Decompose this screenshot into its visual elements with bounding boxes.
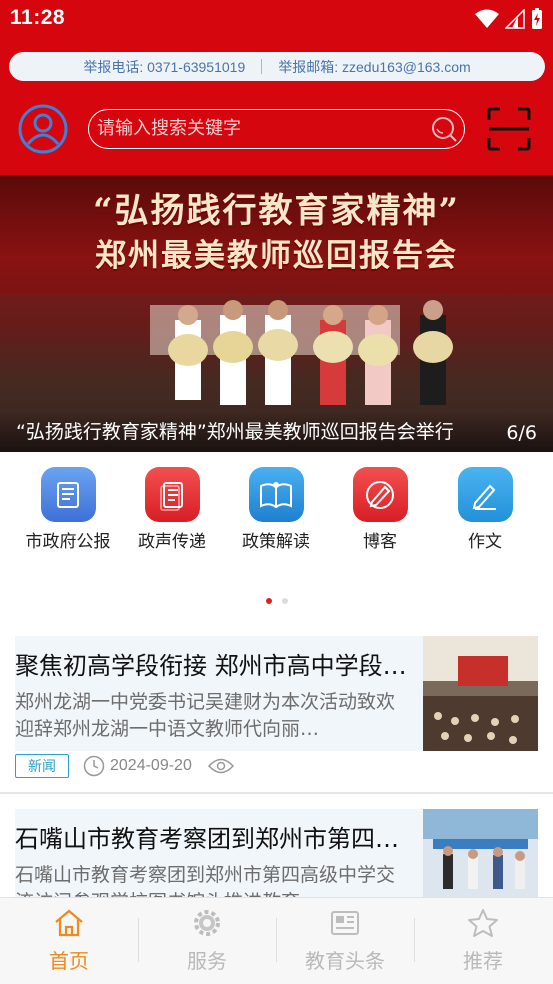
nav-label: 教育头条 — [305, 949, 385, 973]
nav-home[interactable]: 首页 — [0, 908, 138, 974]
nav-headlines[interactable]: 教育头条 — [276, 908, 414, 974]
quick-link-label: 政声传递 — [138, 532, 206, 552]
banner-caption-bar: “弘扬践行教育家精神”郑州最美教师巡回报告会举行 6/6 — [0, 410, 553, 452]
quick-links: 市政府公报 政声传递 政策解读 博客 作文 — [0, 462, 553, 552]
nav-label: 首页 — [49, 949, 89, 973]
battery-icon — [532, 8, 542, 29]
page-indicator — [266, 598, 288, 604]
news-title: 石嘴山市教育考察团到郑州市第四高… — [15, 825, 410, 853]
news-meta: 新闻 2024-09-20 — [15, 754, 234, 778]
hotline-divider — [261, 59, 263, 74]
banner-headline-2: 郑州最美教师巡回报告会 — [95, 238, 458, 274]
banner-carousel[interactable]: “弘扬践行教育家精神” 郑州最美教师巡回报告会 “弘扬践行教育家精神”郑州最美教… — [0, 175, 553, 452]
gazette-icon — [40, 467, 96, 522]
news-date-text: 2024-09-20 — [110, 757, 192, 774]
news-thumbnail — [423, 636, 538, 751]
news-item[interactable]: 聚焦初高学段衔接 郑州市高中学段… 郑州龙湖一中党委书记吴建财为本次活动致欢迎辞… — [0, 636, 553, 791]
eye-icon — [207, 758, 234, 774]
user-icon — [18, 104, 68, 154]
clock-icon — [83, 755, 105, 777]
scan-icon — [487, 107, 531, 151]
report-phone[interactable]: 举报电话: 0371-63951019 — [83, 57, 245, 77]
scan-button[interactable] — [486, 106, 532, 152]
news-item[interactable]: 石嘴山市教育考察团到郑州市第四高… 石嘴山市教育考察团到郑州市第四高级中学交流访… — [0, 809, 553, 913]
header: 举报电话: 0371-63951019 举报邮箱: zzedu163@163.c… — [0, 40, 553, 175]
quick-link-label: 政策解读 — [242, 532, 310, 552]
list-divider — [0, 792, 553, 794]
banner-headline-1: “弘扬践行教育家精神” — [92, 191, 461, 231]
quick-link-label: 市政府公报 — [25, 532, 111, 552]
quick-link-blog[interactable]: 博客 — [328, 467, 432, 552]
news-summary: 郑州龙湖一中党委书记吴建财为本次活动致欢迎辞郑州龙湖一中语文教师代向丽… — [15, 691, 396, 740]
quick-link-gazette[interactable]: 市政府公报 — [16, 467, 120, 552]
status-icons — [475, 8, 543, 30]
nav-label: 服务 — [187, 949, 227, 973]
nav-services[interactable]: 服务 — [138, 908, 276, 974]
bottom-nav: 首页 服务 教育头条 推荐 — [0, 897, 553, 984]
quick-link-label: 博客 — [363, 532, 397, 552]
status-time: 11:28 — [10, 6, 66, 29]
newspaper-icon — [331, 911, 359, 935]
news-category-tag[interactable]: 新闻 — [15, 754, 69, 778]
gear-icon — [194, 910, 220, 936]
search-bar[interactable] — [88, 109, 465, 149]
quick-link-voice[interactable]: 政声传递 — [120, 467, 224, 552]
pencil-icon — [457, 467, 513, 522]
status-bar: 11:28 — [0, 0, 553, 40]
news-thumbnail — [423, 809, 538, 897]
document-icon — [144, 467, 200, 522]
quick-link-label: 作文 — [468, 532, 502, 552]
report-hotline-bar: 举报电话: 0371-63951019 举报邮箱: zzedu163@163.c… — [9, 52, 545, 81]
blog-pen-icon — [352, 467, 408, 522]
nav-recommended[interactable]: 推荐 — [414, 908, 552, 974]
news-title: 聚焦初高学段衔接 郑州市高中学段… — [15, 652, 407, 680]
page-dot[interactable] — [282, 598, 288, 604]
report-email[interactable]: 举报邮箱: zzedu163@163.com — [278, 57, 470, 77]
nav-label: 推荐 — [463, 949, 503, 973]
user-avatar-button[interactable] — [18, 104, 68, 154]
open-book-icon — [248, 467, 304, 522]
star-icon — [468, 909, 498, 937]
page-dot-active[interactable] — [266, 598, 272, 604]
app-screen: 11:28 举报电话: 0371-63951019 举报邮箱: zzedu163… — [0, 0, 553, 984]
news-date: 2024-09-20 — [83, 755, 192, 777]
search-input[interactable] — [97, 110, 417, 147]
search-icon[interactable] — [430, 115, 458, 143]
signal-icon — [505, 9, 525, 29]
wifi-icon — [475, 9, 499, 28]
banner-caption: “弘扬践行教育家精神”郑州最美教师巡回报告会举行 — [16, 421, 454, 443]
banner-counter: 6/6 — [506, 422, 537, 444]
quick-link-policy[interactable]: 政策解读 — [224, 467, 328, 552]
quick-link-essay[interactable]: 作文 — [433, 467, 537, 552]
home-icon — [55, 909, 83, 937]
